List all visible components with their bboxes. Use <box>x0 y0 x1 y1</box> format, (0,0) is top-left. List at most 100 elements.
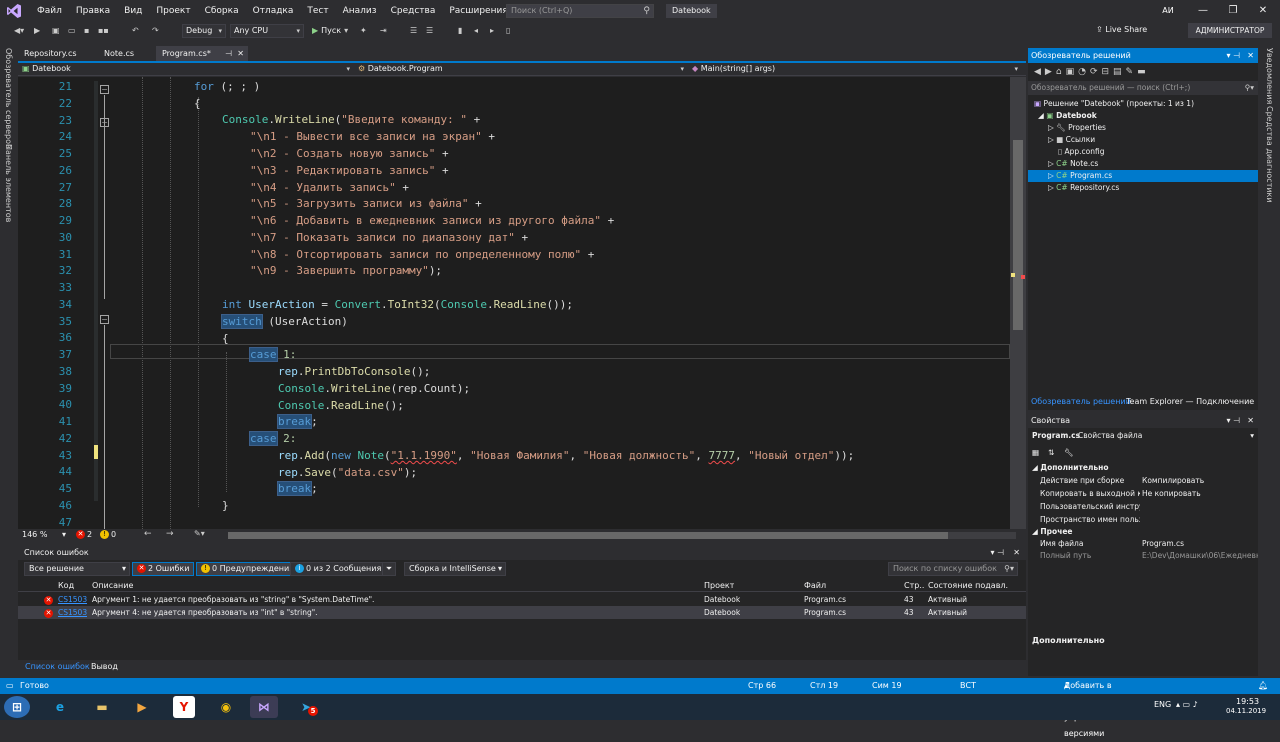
open-file-icon[interactable]: ▭ <box>68 24 76 38</box>
start-menu-icon[interactable]: ⊞ <box>4 696 30 718</box>
tab-note-cs[interactable]: Note.cs <box>98 46 140 62</box>
property-row[interactable]: Имя файла Program.cs <box>1028 538 1258 550</box>
close-icon[interactable]: ✕ <box>1247 48 1254 63</box>
internet-explorer-icon[interactable]: e <box>46 696 74 718</box>
warnings-filter-button[interactable]: ! 0 Предупреждения <box>196 562 300 576</box>
collapse-icon[interactable]: − <box>100 315 109 324</box>
code-editor[interactable]: 21 22 23 24 25 26 27 28 29 30 31 32 33 34 35 36 37 38 39 40… <box>18 77 1014 529</box>
property-row[interactable]: Действие при сборке Компилировать <box>1028 475 1258 487</box>
properties-object-selector[interactable]: Program.cs Свойства файла ▾ <box>1028 430 1258 442</box>
wrench-icon[interactable]: 🔧︎ <box>1064 445 1074 461</box>
tree-item-properties[interactable]: ▷ 🔧︎ Properties <box>1048 122 1106 134</box>
prev-issue-icon[interactable]: ← <box>144 529 152 539</box>
class-dropdown[interactable]: ⚙ Datebook.Program ▾ <box>358 63 688 75</box>
next-issue-icon[interactable]: → <box>166 529 174 539</box>
indent-icon[interactable]: ☰ <box>410 24 417 38</box>
step-icon[interactable]: ⇥ <box>380 24 387 38</box>
status-char[interactable]: Сим 19 <box>872 678 902 694</box>
forward-nav-icon[interactable]: ▶ <box>34 24 40 38</box>
user-avatar[interactable]: АИ <box>1160 3 1176 19</box>
menu-debug[interactable]: Отладка <box>246 0 301 22</box>
property-row[interactable]: Пользовательский инстру <box>1028 501 1258 513</box>
diagnostic-tools-tab[interactable]: Средства диагностики <box>1265 106 1274 203</box>
property-category[interactable]: ◢ Дополнительно <box>1028 462 1258 474</box>
home-icon[interactable]: ⌂ <box>1056 67 1066 77</box>
menu-tools[interactable]: Средства <box>384 0 443 22</box>
config-select[interactable]: Debug ▾ <box>182 24 226 38</box>
visual-studio-logo-icon[interactable] <box>6 3 22 19</box>
server-explorer-tab[interactable]: Обозреватель серверов <box>4 48 13 149</box>
tab-error-list[interactable]: Список ошибок <box>20 660 95 674</box>
tree-item-project[interactable]: ◢ ▣ Datebook <box>1038 110 1097 122</box>
tab-repository-cs[interactable]: Repository.cs <box>18 46 83 62</box>
property-row[interactable]: Полный путь E:\Dev\Домашки\06\Ежедневни <box>1028 550 1258 562</box>
menu-file[interactable]: Файл <box>30 0 69 22</box>
tree-item-repository-cs[interactable]: ▷ C# Repository.cs <box>1048 182 1119 194</box>
quick-launch-search[interactable]: Поиск (Ctrl+Q) ⚲ <box>506 4 654 18</box>
scope-select[interactable]: Все решение ▾ <box>24 562 130 576</box>
menu-edit[interactable]: Правка <box>69 0 117 22</box>
restore-button[interactable]: ❐ <box>1218 0 1248 22</box>
yandex-browser-icon[interactable]: Y <box>173 696 195 718</box>
clock-time[interactable]: 19:53 <box>1236 697 1259 706</box>
property-value[interactable]: Компилировать <box>1142 475 1258 487</box>
error-code-link[interactable]: CS1503 <box>58 593 87 606</box>
panel-options-icon[interactable]: ▾ ⊣ <box>1226 414 1240 428</box>
panel-options-icon[interactable]: ▾ ⊣ <box>1226 48 1240 63</box>
project-dropdown[interactable]: ▣ Datebook ▾ <box>22 63 354 75</box>
property-value[interactable]: E:\Dev\Домашки\06\Ежедневни <box>1142 550 1258 562</box>
tree-item-solution[interactable]: ▣ Решение "Datebook" (проекты: 1 из 1) <box>1034 98 1194 110</box>
tree-item-app-config[interactable]: ▯ App.config <box>1058 146 1105 158</box>
col-suppression-state[interactable]: Состояние подавл... <box>928 579 1008 592</box>
new-project-icon[interactable]: ▣ <box>52 24 60 38</box>
pin-icon[interactable]: ⊣ <box>225 46 232 62</box>
chrome-icon[interactable]: ◉ <box>212 696 240 718</box>
forward-icon[interactable]: ▶ <box>1045 67 1056 77</box>
flame-icon[interactable]: ✦ <box>360 24 367 38</box>
messages-filter-button[interactable]: i0 из 2 Сообщения <box>290 562 387 576</box>
live-share-button[interactable]: ⇪ Live Share <box>1096 25 1147 34</box>
menu-project[interactable]: Проект <box>149 0 197 22</box>
keyboard-language[interactable]: ENG <box>1154 700 1171 709</box>
status-line[interactable]: Стр 66 <box>748 678 776 694</box>
col-description[interactable]: Описание <box>92 579 133 592</box>
panel-options-icon[interactable]: ▾ ⊣ <box>990 546 1004 560</box>
tab-program-cs[interactable]: Program.cs* ⊣ ✕ <box>156 46 248 62</box>
col-line[interactable]: Стр... <box>904 579 924 592</box>
tree-item-references[interactable]: ▷ ■ Ссылки <box>1048 134 1095 146</box>
error-code-link[interactable]: CS1503 <box>58 606 87 619</box>
scrollbar-thumb[interactable] <box>228 532 948 539</box>
status-scm[interactable]: ↑ Добавить в систему управления версиями… <box>1064 678 1114 738</box>
prev-bookmark-icon[interactable]: ◂ <box>474 24 478 38</box>
back-icon[interactable]: ◀ <box>1034 67 1045 77</box>
editor-horizontal-scrollbar[interactable] <box>228 532 1016 539</box>
clock-date[interactable]: 04.11.2019 <box>1226 707 1266 715</box>
scrollbar-thumb[interactable] <box>1013 140 1023 330</box>
filter-icon[interactable]: ⏷ <box>382 562 396 576</box>
error-search-input[interactable]: Поиск по списку ошибок ⚲▾ <box>888 562 1018 576</box>
properties-icon[interactable]: ✎ <box>1126 67 1138 77</box>
save-all-icon[interactable]: ▪▪ <box>98 24 109 38</box>
zoom-dropdown-icon[interactable]: ▾ <box>62 530 66 539</box>
next-bookmark-icon[interactable]: ▸ <box>490 24 494 38</box>
telegram-icon[interactable]: ➤ 5 <box>292 696 320 718</box>
tree-item-program-cs[interactable]: ▷ C# Program.cs <box>1028 170 1258 182</box>
tray-icons[interactable]: ▴ ▭ ♪ <box>1176 700 1198 709</box>
member-dropdown[interactable]: ◆ Main(string[] args) ▾ <box>692 63 1022 75</box>
minimize-button[interactable]: — <box>1188 0 1218 22</box>
redo-icon[interactable]: ↷ <box>152 24 159 38</box>
build-filter-select[interactable]: Сборка и IntelliSense ▾ <box>404 562 506 576</box>
menu-view[interactable]: Вид <box>117 0 149 22</box>
errors-filter-button[interactable]: ✕ 2 Ошибки <box>132 562 195 576</box>
save-icon[interactable]: ▪ <box>84 24 89 38</box>
start-button[interactable]: ▶ Пуск ▾ <box>312 24 348 38</box>
collapse-icon[interactable]: − <box>100 118 109 127</box>
categorized-icon[interactable]: ▦ <box>1032 445 1039 461</box>
menu-test[interactable]: Тест <box>300 0 335 22</box>
col-file[interactable]: Файл <box>804 579 826 592</box>
menu-extensions[interactable]: Расширения <box>442 0 514 22</box>
show-all-icon[interactable]: ▤ <box>1113 67 1126 77</box>
error-row[interactable]: ✕ CS1503 Аргумент 1: не удается преобраз… <box>18 593 1026 606</box>
bookmark-icon[interactable]: ▮ <box>458 24 462 38</box>
close-icon[interactable]: ✕ <box>237 46 244 62</box>
